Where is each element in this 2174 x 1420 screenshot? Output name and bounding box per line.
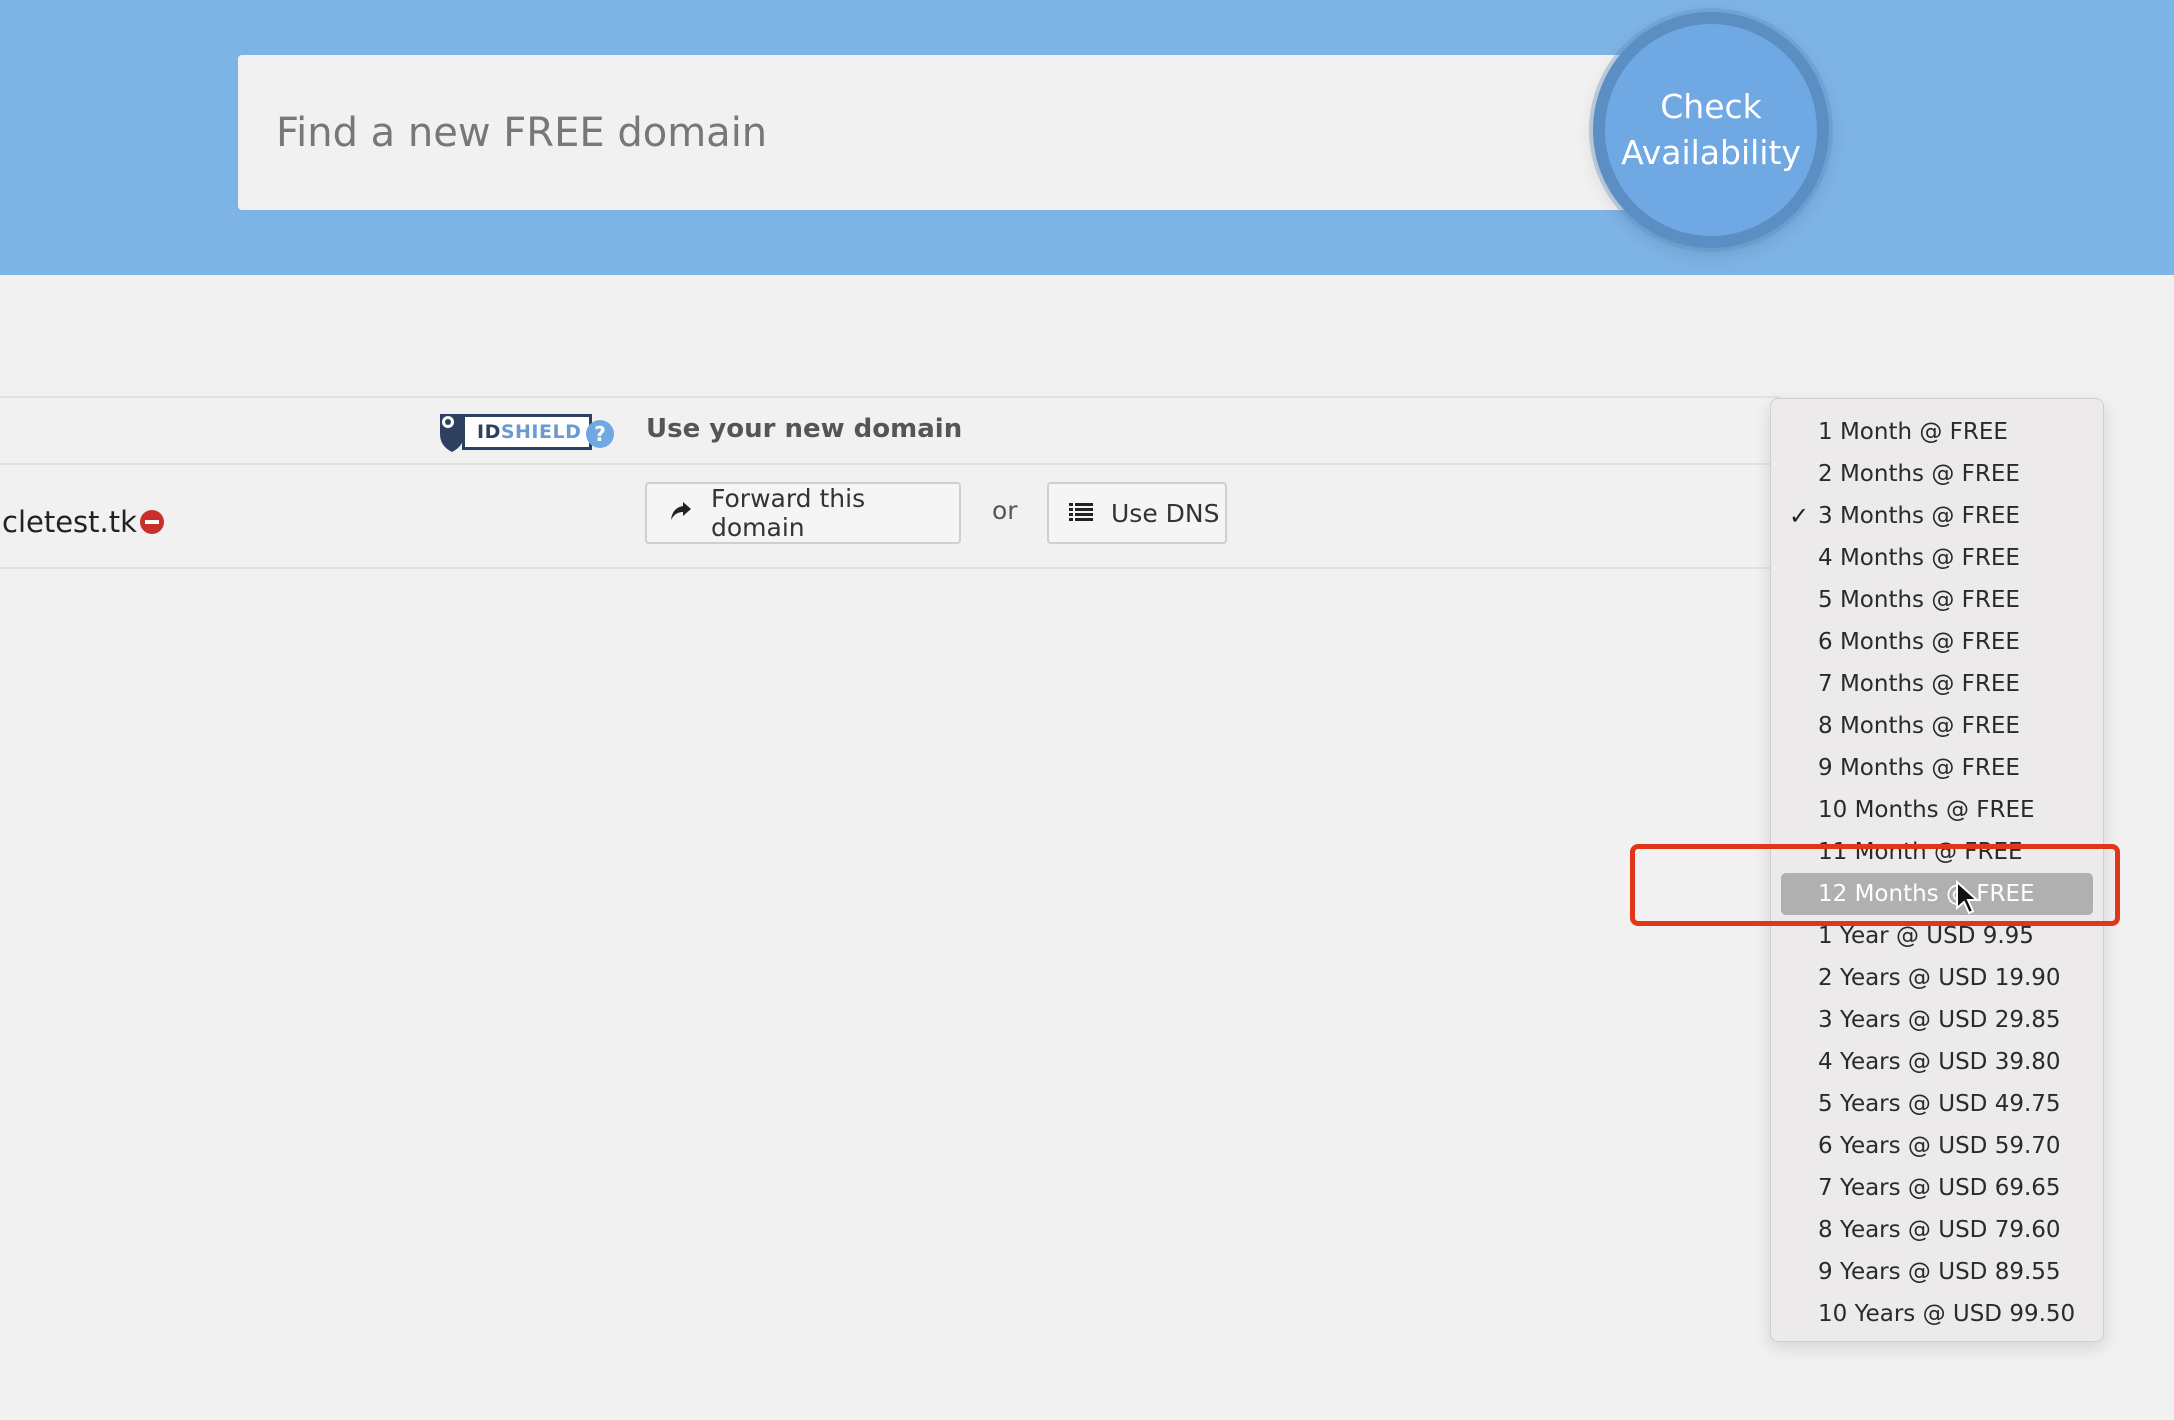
period-option[interactable]: 7 Months @ FREE <box>1771 663 2103 705</box>
use-dns-button[interactable]: Use DNS <box>1047 482 1227 544</box>
period-option[interactable]: 3 Years @ USD 29.85 <box>1771 999 2103 1041</box>
checkmark-icon: ✓ <box>1789 502 1810 530</box>
forward-domain-button[interactable]: Forward this domain <box>645 482 961 544</box>
idshield-badge-id: ID <box>477 421 501 443</box>
period-option[interactable]: 5 Months @ FREE <box>1771 579 2103 621</box>
list-icon <box>1069 499 1093 528</box>
period-option[interactable]: 1 Month @ FREE <box>1771 411 2103 453</box>
period-option[interactable]: 7 Years @ USD 69.65 <box>1771 1167 2103 1209</box>
period-option[interactable]: 6 Months @ FREE <box>1771 621 2103 663</box>
hero-banner: Check Availability <box>0 0 2174 275</box>
forward-domain-label: Forward this domain <box>711 484 866 542</box>
shield-icon <box>436 410 468 454</box>
table-divider-middle <box>0 463 1780 465</box>
period-option-selected[interactable]: ✓ 3 Months @ FREE <box>1771 495 2103 537</box>
period-option[interactable]: 10 Months @ FREE <box>1771 789 2103 831</box>
idshield-badge-shield: SHIELD <box>500 421 582 443</box>
use-new-domain-label: Use your new domain <box>646 414 963 444</box>
share-arrow-icon <box>669 499 693 528</box>
period-option[interactable]: 8 Months @ FREE <box>1771 705 2103 747</box>
table-divider-top <box>0 396 1780 398</box>
check-availability-line1: Check <box>1660 87 1762 126</box>
idshield-badge: ID SHIELD <box>462 414 593 450</box>
check-availability-line2: Availability <box>1621 133 1801 172</box>
period-option[interactable]: 5 Years @ USD 49.75 <box>1771 1083 2103 1125</box>
period-option[interactable]: 2 Months @ FREE <box>1771 453 2103 495</box>
or-separator: or <box>992 496 1018 525</box>
period-option[interactable]: 9 Months @ FREE <box>1771 747 2103 789</box>
period-option[interactable]: 8 Years @ USD 79.60 <box>1771 1209 2103 1251</box>
period-option[interactable]: 6 Years @ USD 59.70 <box>1771 1125 2103 1167</box>
mouse-cursor-icon <box>1955 879 1981 916</box>
period-option[interactable]: 4 Years @ USD 39.80 <box>1771 1041 2103 1083</box>
use-dns-label: Use DNS <box>1111 498 1220 528</box>
period-option[interactable]: 10 Years @ USD 99.50 <box>1771 1293 2103 1335</box>
period-option[interactable]: 4 Months @ FREE <box>1771 537 2103 579</box>
check-availability-button[interactable]: Check Availability <box>1593 12 1829 248</box>
table-divider-bottom <box>0 567 1780 569</box>
domain-search-input[interactable] <box>238 55 1638 210</box>
remove-icon[interactable] <box>140 510 164 534</box>
help-icon[interactable]: ? <box>586 420 614 448</box>
idshield-logo: ID SHIELD <box>436 410 593 454</box>
highlight-annotation-box <box>1630 844 2120 926</box>
domain-name: cletest.tk <box>2 505 137 539</box>
period-option[interactable]: 2 Years @ USD 19.90 <box>1771 957 2103 999</box>
period-option[interactable]: 9 Years @ USD 89.55 <box>1771 1251 2103 1293</box>
